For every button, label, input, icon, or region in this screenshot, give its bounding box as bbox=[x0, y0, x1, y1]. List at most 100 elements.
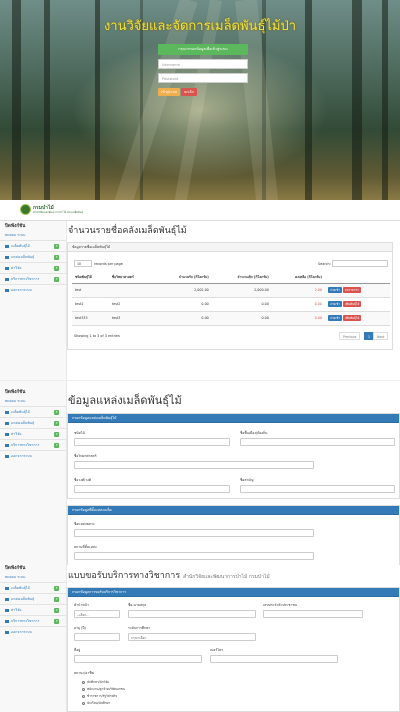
sidebar: ปิดฟังก์ชัน ทดสอบ ระบบ เมล็ดพันธุ์ไม้ 3 แ… bbox=[0, 565, 67, 712]
column-header[interactable]: จำนวนเบิก (กิโลกรัม) bbox=[211, 272, 272, 284]
table-icon bbox=[5, 586, 9, 590]
sidebar-item-research[interactable]: ค่าวิจัย 3 bbox=[0, 428, 66, 439]
family-input[interactable] bbox=[74, 485, 230, 493]
field-label: เบอร์โทร bbox=[210, 648, 224, 652]
occupation-option[interactable]: นักศึกษา/นักวิจัย bbox=[82, 680, 109, 685]
receive-button[interactable]: จ่ายเข้า bbox=[328, 301, 342, 307]
inventory-screen: กรมป่าไม้ สำนักวิจัยและพัฒนาการป่าไม้ ส่… bbox=[0, 200, 400, 380]
field-label: ที่อยู่ bbox=[74, 648, 81, 652]
service-screen: ปิดฟังก์ชัน ทดสอบ ระบบ เมล็ดพันธุ์ไม้ 3 แ… bbox=[0, 565, 400, 712]
age-input[interactable] bbox=[74, 633, 120, 641]
common-name-input[interactable] bbox=[240, 485, 395, 493]
sidebar-heading: ปิดฟังก์ชัน bbox=[5, 224, 26, 229]
sidebar-item-seeds[interactable]: เมล็ดพันธุ์ไม้ 3 bbox=[0, 240, 66, 251]
list-icon bbox=[5, 443, 9, 447]
count-badge: 3 bbox=[54, 432, 59, 437]
sidebar-item-logout[interactable]: ออกจากระบบ bbox=[0, 450, 66, 461]
count-badge: 3 bbox=[54, 244, 59, 249]
inventory-panel: ข้อมูลรายชื่อเมล็ดพันธุ์ไม้ 10 records p… bbox=[67, 242, 393, 350]
delete-button[interactable]: ลบรายการ bbox=[342, 287, 361, 293]
table-info: Showing 1 to 3 of 3 entries bbox=[74, 334, 120, 338]
page-size-select[interactable]: 10 bbox=[74, 260, 92, 267]
address-input[interactable] bbox=[74, 655, 202, 663]
occupation-option[interactable]: นักเรียน/นักศึกษา bbox=[82, 701, 110, 706]
sidebar-item-label: เมล็ดพันธุ์ไม้ bbox=[11, 244, 30, 248]
table-icon bbox=[5, 421, 9, 425]
field-label: ชนิดไม้ bbox=[74, 431, 85, 435]
add-seed-button[interactable]: เพิ่มพันธุ์ไม้ bbox=[342, 301, 362, 307]
sidebar-item-seeds[interactable]: เมล็ดพันธุ์ไม้ 3 bbox=[0, 406, 66, 417]
login-button[interactable]: เข้าสู่ระบบ bbox=[158, 88, 180, 96]
column-header[interactable]: ชนิดพันธุ์ไม้ bbox=[72, 272, 109, 284]
count-badge: 3 bbox=[54, 608, 59, 613]
column-header[interactable]: ชื่อวิทยาศาสตร์ bbox=[108, 272, 154, 284]
cancel-button[interactable]: ยกเลิก bbox=[181, 88, 197, 96]
cell-sci: test3 bbox=[108, 311, 154, 326]
sidebar-item-service[interactable]: บริการทางวิชาการ 3 bbox=[0, 615, 66, 626]
page-title: จำนวนรายชื่อคลังเมล็ดพันธุ์ไม้ bbox=[68, 226, 187, 236]
forest-logo-icon bbox=[20, 204, 31, 215]
receive-button[interactable]: จ่ายเข้า bbox=[328, 287, 342, 293]
prefix-select[interactable]: --เลือก-- bbox=[74, 610, 120, 618]
sidebar: ปิดฟังก์ชัน ทดสอบ ระบบ เมล็ดพันธุ์ไม้ 3 แ… bbox=[0, 381, 67, 565]
field-label: ชื่อวงศ์/วงศ์ bbox=[74, 478, 91, 482]
add-seed-button[interactable]: เพิ่มพันธุ์ไม้ bbox=[342, 315, 362, 321]
sidebar-item-sources[interactable]: แหล่งเมล็ดพันธุ์ 3 bbox=[0, 417, 66, 428]
occupation-option[interactable]: พนักงาน/ลูกจ้างบริษัทเอกชน bbox=[82, 687, 125, 692]
source-name-input[interactable] bbox=[74, 529, 314, 537]
cell-actions: จ่ายเข้า เพิ่มพันธุ์ไม้ bbox=[325, 297, 390, 312]
logout-icon bbox=[5, 630, 9, 634]
sidebar-item-research[interactable]: ค่าวิจัย 3 bbox=[0, 262, 66, 273]
option-label: พนักงาน/ลูกจ้างบริษัทเอกชน bbox=[87, 687, 125, 691]
field-label: ชื่อสามัญ bbox=[240, 478, 254, 482]
logout-icon bbox=[5, 288, 9, 292]
phone-input[interactable] bbox=[210, 655, 338, 663]
sidebar-item-research[interactable]: ค่าวิจัย 3 bbox=[0, 604, 66, 615]
login-hero: งานวิจัยและจัดการเมล็ดพันธุ์ไม้ป่า กรุณา… bbox=[0, 0, 400, 200]
count-badge: 3 bbox=[54, 266, 59, 271]
cell-name: test333 bbox=[72, 311, 109, 326]
sidebar-item-logout[interactable]: ออกจากระบบ bbox=[0, 284, 66, 295]
occupation-option[interactable]: ข้าราชการ/รัฐวิสาหกิจ bbox=[82, 694, 117, 699]
table-icon bbox=[5, 597, 9, 601]
sidebar-item-label: ออกจากระบบ bbox=[11, 454, 32, 458]
logout-icon bbox=[5, 454, 9, 458]
top-navbar: กรมป่าไม้ สำนักวิจัยและพัฒนาการป่าไม้ ส่… bbox=[0, 200, 400, 221]
local-name-input[interactable] bbox=[240, 438, 395, 446]
sidebar-item-label: ออกจากระบบ bbox=[11, 630, 32, 634]
pagination-next[interactable]: Next bbox=[373, 332, 389, 340]
cell-left: 0.00 bbox=[271, 297, 325, 312]
receive-button[interactable]: จ่ายเข้า bbox=[328, 315, 342, 321]
idcard-input[interactable] bbox=[263, 610, 363, 618]
column-header[interactable]: จำนวนรับ (กิโลกรัม) bbox=[153, 272, 212, 284]
sidebar-item-service[interactable]: บริการทางวิชาการ 3 bbox=[0, 439, 66, 450]
sidebar-item-service[interactable]: บริการทางวิชาการ 3 bbox=[0, 273, 66, 284]
sidebar-item-label: บริการทางวิชาการ bbox=[11, 277, 40, 281]
page-subtitle: สำนักวิจัยและพัฒนาการป่าไม้ กรมป่าไม้ bbox=[183, 574, 270, 580]
radio-icon bbox=[82, 695, 85, 698]
sidebar-item-sources[interactable]: แหล่งเมล็ดพันธุ์ 3 bbox=[0, 251, 66, 262]
radio-icon bbox=[82, 681, 85, 684]
username-input[interactable]: Username bbox=[158, 59, 248, 69]
count-badge: 3 bbox=[54, 277, 59, 282]
scientific-name-input[interactable] bbox=[74, 461, 314, 469]
search-input[interactable] bbox=[332, 260, 388, 267]
sidebar-item-label: แหล่งเมล็ดพันธุ์ bbox=[11, 255, 35, 259]
sidebar-user[interactable]: ทดสอบ ระบบ bbox=[0, 572, 66, 582]
pagination-previous[interactable]: Previous bbox=[339, 332, 361, 340]
sidebar-user[interactable]: ทดสอบ ระบบ bbox=[0, 396, 66, 406]
sidebar-item-label: ออกจากระบบ bbox=[11, 288, 32, 292]
sidebar-item-logout[interactable]: ออกจากระบบ bbox=[0, 626, 66, 637]
sidebar-user[interactable]: ทดสอบ ระบบ bbox=[0, 230, 66, 240]
fullname-input[interactable] bbox=[128, 610, 256, 618]
column-header[interactable]: คงเหลือ (กิโลกรัม) bbox=[271, 272, 325, 284]
source-location-input[interactable] bbox=[74, 552, 314, 560]
species-input[interactable] bbox=[74, 438, 230, 446]
education-select[interactable]: กรุณาเลือก bbox=[128, 633, 256, 641]
password-input[interactable]: Password bbox=[158, 73, 248, 83]
login-form: กรุณากรอกข้อมูลเพื่อเข้าสู่ระบบ Username… bbox=[158, 44, 248, 96]
page-title: แบบขอรับบริการทางวิชาการ สำนักวิจัยและพั… bbox=[68, 568, 270, 582]
sidebar-item-sources[interactable]: แหล่งเมล็ดพันธุ์ 3 bbox=[0, 593, 66, 604]
grid-icon bbox=[5, 608, 9, 612]
sidebar-item-seeds[interactable]: เมล็ดพันธุ์ไม้ 3 bbox=[0, 582, 66, 593]
